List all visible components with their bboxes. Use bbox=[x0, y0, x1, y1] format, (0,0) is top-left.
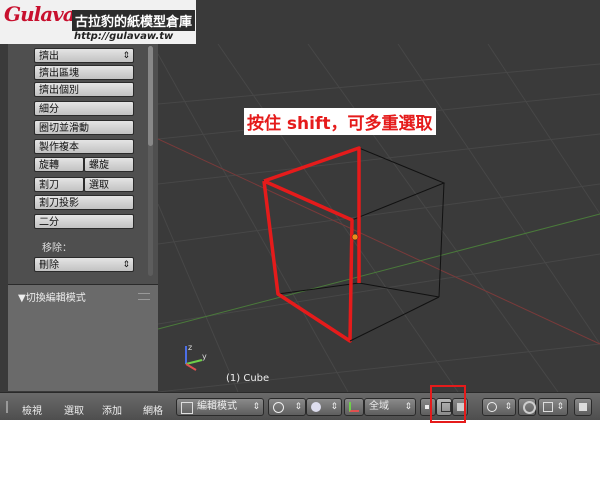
menu-mesh[interactable]: 網格 bbox=[143, 402, 163, 417]
axis-gizmo-icon: z y bbox=[185, 343, 207, 371]
screw-button[interactable]: 螺旋 bbox=[84, 157, 134, 172]
vertex-mode-icon bbox=[425, 405, 429, 409]
render-icon bbox=[579, 403, 587, 411]
watermark-url: http://gulavaw.tw bbox=[74, 31, 174, 42]
edit-mode-icon bbox=[181, 402, 193, 414]
proportional-edit-select[interactable] bbox=[482, 398, 516, 416]
proportional-icon bbox=[487, 402, 497, 412]
tool-shelf: 擠出 擠出區塊 擠出個別 細分 圈切並滑動 製作複本 旋轉 螺旋 割刀 選取 割… bbox=[8, 44, 158, 284]
viewport-header: 檢視 選取 添加 網格 編輯模式 全域 bbox=[0, 392, 600, 420]
mode-select-label: 編輯模式 bbox=[197, 401, 237, 412]
orientation-select[interactable]: 全域 bbox=[364, 398, 416, 416]
svg-text:z: z bbox=[188, 343, 192, 352]
magnet-icon bbox=[523, 401, 536, 414]
snap-element-select[interactable] bbox=[538, 398, 568, 416]
snap-toggle[interactable] bbox=[518, 398, 536, 416]
bisect-button[interactable]: 二分 bbox=[34, 214, 134, 229]
toggle-edit-mode-panel[interactable]: ▼切換編輯模式 bbox=[8, 284, 158, 391]
subdivide-button[interactable]: 細分 bbox=[34, 101, 134, 116]
delete-dropdown[interactable]: 刪除 bbox=[34, 257, 134, 273]
pivot-select[interactable] bbox=[268, 398, 306, 416]
watermark-banner: Gulavaw TW 古拉豹的紙模型倉庫 http://gulavaw.tw bbox=[0, 0, 196, 44]
knife-project-button[interactable]: 割刀投影 bbox=[34, 195, 134, 210]
menu-select[interactable]: 選取 bbox=[64, 402, 84, 417]
mode-select[interactable]: 編輯模式 bbox=[176, 398, 264, 416]
annotation-callout: 按住 shift，可多重選取 bbox=[244, 108, 436, 135]
3d-viewport[interactable] bbox=[157, 43, 600, 393]
shading-select[interactable] bbox=[306, 398, 342, 416]
select-button[interactable]: 選取 bbox=[84, 177, 134, 192]
highlight-box bbox=[430, 385, 466, 423]
menu-add[interactable]: 添加 bbox=[102, 402, 122, 417]
remove-label: 移除： bbox=[42, 243, 72, 254]
duplicate-button[interactable]: 製作複本 bbox=[34, 139, 134, 154]
pivot-icon bbox=[273, 402, 284, 413]
origin-point bbox=[351, 233, 359, 241]
knife-button[interactable]: 割刀 bbox=[34, 177, 84, 192]
extrude-individual-button[interactable]: 擠出個別 bbox=[34, 82, 134, 97]
viewport-scene bbox=[157, 43, 600, 393]
object-name-label: (1) Cube bbox=[226, 373, 270, 384]
manipulator-toggle[interactable] bbox=[344, 398, 364, 416]
tool-shelf-scrollbar[interactable] bbox=[148, 46, 153, 276]
render-preview-button[interactable] bbox=[574, 398, 592, 416]
sphere-icon bbox=[311, 402, 321, 412]
menu-view[interactable]: 檢視 bbox=[22, 402, 42, 417]
blender-screenshot: 擠出 擠出區塊 擠出個別 細分 圈切並滑動 製作複本 旋轉 螺旋 割刀 選取 割… bbox=[0, 0, 600, 420]
svg-text:y: y bbox=[202, 352, 207, 361]
panel-title: ▼切換編輯模式 bbox=[18, 293, 86, 304]
spin-button[interactable]: 旋轉 bbox=[34, 157, 84, 172]
drag-handle-icon[interactable] bbox=[138, 293, 150, 300]
watermark-site-name: 古拉豹的紙模型倉庫 bbox=[72, 10, 196, 31]
loop-cut-slide-button[interactable]: 圈切並滑動 bbox=[34, 120, 134, 135]
manipulator-icon bbox=[349, 402, 359, 412]
editor-type-icon[interactable] bbox=[6, 401, 18, 413]
extrude-button[interactable]: 擠出 bbox=[34, 48, 134, 64]
snap-grid-icon bbox=[543, 402, 553, 412]
extrude-region-button[interactable]: 擠出區塊 bbox=[34, 65, 134, 80]
